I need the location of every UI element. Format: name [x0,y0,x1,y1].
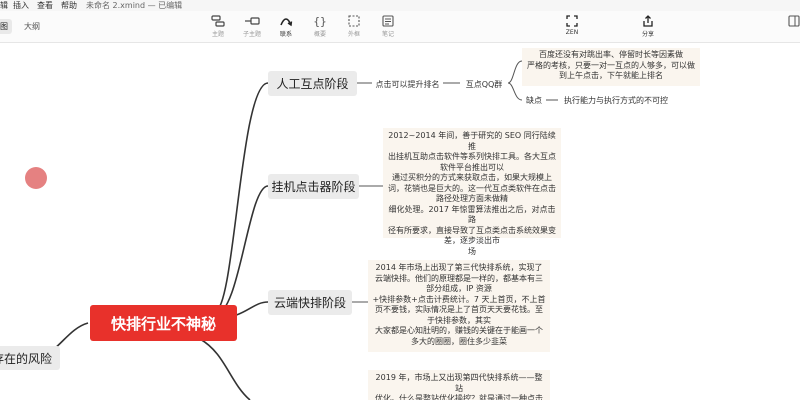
menu-bar: 辑 插入 查看 帮助 未命名 2.xmind — 已编辑 [0,0,800,11]
tab-outline[interactable]: 大纲 [24,21,40,32]
zen-icon [566,15,578,27]
topic-icon [211,15,225,27]
stage-cloud-ranking[interactable]: 云端快排阶段 [268,290,352,315]
tab-map[interactable]: 图 [0,19,12,34]
subtopic-disadvantage[interactable]: 缺点 [522,94,546,106]
note-icon [382,15,394,27]
subtopic-click-boost[interactable]: 点击可以提升排名 [372,77,443,91]
stage-hang-up-clicker[interactable]: 挂机点击器阶段 [268,174,359,199]
subtopic-icon [245,17,260,25]
topic-button[interactable]: 主题 [200,15,236,38]
relationship-icon [280,18,293,27]
document-title: 未命名 2.xmind — 已编辑 [86,1,183,10]
menu-help[interactable]: 帮助 [61,0,77,11]
summary-button[interactable]: {} 概要 [302,15,338,38]
stage-manual-clicks[interactable]: 人工互点阶段 [268,71,357,96]
subtopic-qq-group[interactable]: 互点QQ群 [460,77,508,91]
note-stage2[interactable]: 2012~2014 年间，善于研究的 SEO 同行陆续推 出挂机互助点击软件等系… [383,128,561,256]
boundary-icon [348,15,360,27]
toolbar: 图 大纲 主题 子主题 联系 {} 概要 外框 笔记 ZEN 分享 [0,11,800,43]
menu-edit[interactable]: 辑 [0,0,8,11]
note-stage4[interactable]: 2019 年，市场上又出现第四代快排系统——整站 优化。什么是整站优化操控？就是… [368,370,550,400]
note-button[interactable]: 笔记 [370,15,406,38]
note-stage3[interactable]: 2014 年市场上出现了第三代快排系统，实现了 云端快排。他们的原理都是一样的，… [368,260,550,352]
share-button[interactable]: 分享 [630,15,666,38]
panel-toggle-button[interactable] [776,15,800,27]
note-disadvantage[interactable]: 执行能力与执行方式的不可控 [558,94,674,106]
relationship-button[interactable]: 联系 [268,15,304,38]
zen-button[interactable]: ZEN [554,15,590,36]
branch-risk[interactable]: 存在的风险 [0,346,60,370]
subtopic-button[interactable]: 子主题 [234,15,270,38]
cursor-highlight-icon [25,167,47,189]
panel-icon [788,15,800,27]
summary-icon: {} [313,15,326,27]
menu-insert[interactable]: 插入 [13,0,29,11]
svg-text:{}: {} [313,15,326,27]
menu-view[interactable]: 查看 [37,0,53,11]
note-advantage[interactable]: 百度还没有对跳出率、停留时长等因素做 严格的考核，只要一对一互点的人够多，可以做… [522,48,700,86]
root-topic[interactable]: 快排行业不神秘 [90,305,237,341]
share-icon [643,15,653,27]
boundary-button[interactable]: 外框 [336,15,372,38]
